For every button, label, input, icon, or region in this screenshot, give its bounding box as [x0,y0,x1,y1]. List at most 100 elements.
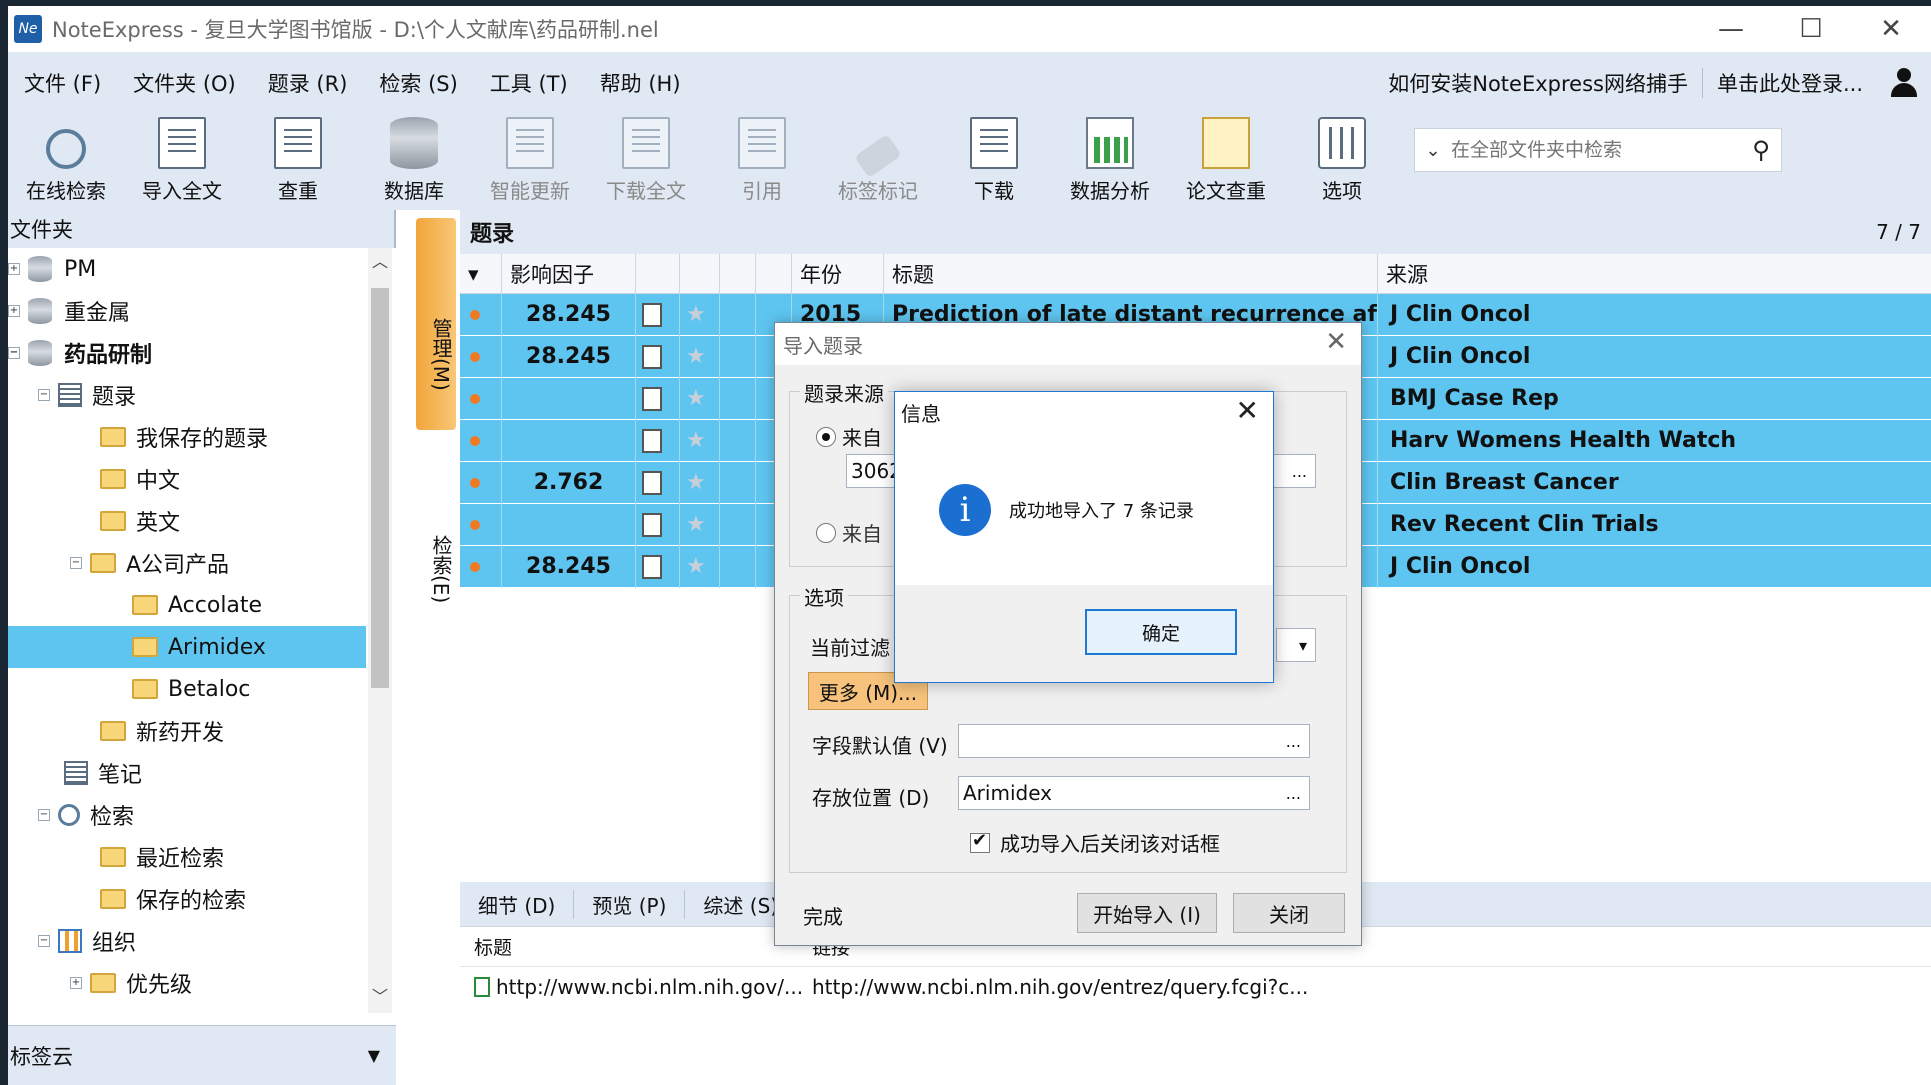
tree-node-search[interactable]: − 检索 [8,794,366,836]
import-fulltext-button[interactable]: 导入全文 [124,114,240,210]
source-radio-2[interactable]: 来自 [816,518,882,547]
document-icon[interactable] [642,512,662,537]
chevron-down-icon[interactable]: ⌄ [1415,140,1451,161]
tree-node-recent-search[interactable]: 最近检索 [8,836,366,878]
document-icon[interactable] [642,428,662,453]
collapse-icon[interactable]: − [38,389,50,401]
document-icon[interactable] [642,554,662,579]
search-icon[interactable]: ⚲ [1741,136,1781,164]
tab-manage[interactable]: 管理(M) [416,218,456,430]
menu-folder[interactable]: 文件夹 (O) [117,68,252,98]
user-icon[interactable] [1889,68,1919,98]
location-field[interactable]: Arimidex... [958,776,1310,810]
tab-search[interactable]: 检索(E) [416,430,456,638]
col-title[interactable]: 标题 [884,253,1378,294]
download-fulltext-button[interactable]: 下载全文 [588,114,704,210]
tree-node-notes[interactable]: 笔记 [8,752,366,794]
star-icon[interactable]: ★ [686,470,706,495]
browse-icon[interactable]: ... [1292,462,1307,481]
tree-node-records[interactable]: − 题录 [8,374,366,416]
cite-button[interactable]: 引用 [704,114,820,210]
paper-check-button[interactable]: 论文查重 [1168,114,1284,210]
menu-search[interactable]: 检索 (S) [363,68,473,98]
col-blank-2[interactable] [756,253,792,294]
star-icon[interactable]: ★ [686,302,706,327]
document-icon[interactable] [642,470,662,495]
expand-icon[interactable]: + [70,977,82,989]
tree-node-english[interactable]: 英文 [8,500,366,542]
options-button[interactable]: 选项 [1284,114,1400,210]
folder-scrollbar[interactable]: ︿ ﹀ [368,248,392,1013]
collapse-icon[interactable]: − [38,809,50,821]
source-radio-1[interactable]: 来自 [816,422,882,451]
tree-node-priority[interactable]: + 优先级 [8,962,366,1004]
col-blank-1[interactable] [720,253,756,294]
online-search-button[interactable]: 在线检索 [8,114,124,210]
tree-node-betaloc[interactable]: Betaloc [8,668,366,710]
tree-node-pm[interactable]: + PM [8,248,366,290]
tree-node-accolate[interactable]: Accolate [8,584,366,626]
star-icon[interactable]: ★ [686,344,706,369]
filter-select[interactable]: ▾ [1276,628,1316,662]
col-star[interactable] [680,253,720,294]
start-import-button[interactable]: 开始导入 (I) [1077,893,1217,933]
scroll-up-icon[interactable]: ︿ [368,248,392,278]
collapse-icon[interactable]: − [38,935,50,947]
tree-node-saved-search[interactable]: 保存的检索 [8,878,366,920]
install-helper-link[interactable]: 如何安装NoteExpress网络捕手 [1374,68,1703,98]
search-input[interactable] [1451,139,1741,161]
default-value-field[interactable]: ... [958,724,1310,758]
menu-tools[interactable]: 工具 (T) [474,68,584,98]
tree-node-organize[interactable]: − 组织 [8,920,366,962]
chevron-down-icon[interactable]: ▼ [368,1046,380,1065]
close-after-checkbox[interactable]: 成功导入后关闭该对话框 [970,828,1220,857]
data-analysis-button[interactable]: 数据分析 [1052,114,1168,210]
collapse-icon[interactable]: − [8,347,20,359]
star-icon[interactable]: ★ [686,386,706,411]
smart-update-button[interactable]: 智能更新 [472,114,588,210]
ok-button[interactable]: 确定 [1085,609,1237,655]
browse-icon[interactable]: ... [1286,784,1301,803]
detail-title-value[interactable]: http://www.ncbi.nlm.nih.gov/... [460,975,812,999]
tree-node-heavy-metal[interactable]: + 重金属 [8,290,366,332]
radio-unselected[interactable] [816,522,836,543]
tag-cloud-panel[interactable]: 标签云 ▼ [8,1025,396,1085]
star-icon[interactable]: ★ [686,512,706,537]
document-icon[interactable] [642,344,662,369]
menu-records[interactable]: 题录 (R) [252,68,364,98]
checkbox-checked[interactable] [970,830,990,853]
tree-node-arimidex[interactable]: Arimidex [8,626,366,668]
col-year[interactable]: 年份 [792,253,884,294]
close-icon[interactable]: ✕ [1325,327,1347,357]
database-button[interactable]: 数据库 [356,114,472,210]
collapse-icon[interactable]: − [70,557,82,569]
menu-file[interactable]: 文件 (F) [8,68,117,98]
col-attachment[interactable] [636,253,680,294]
login-link[interactable]: 单击此处登录... [1703,68,1877,98]
tree-node-new-drug[interactable]: 新药开发 [8,710,366,752]
download-button[interactable]: 下载 [936,114,1052,210]
col-source[interactable]: 来源 [1378,254,1931,294]
sort-dropdown-icon[interactable]: ▾ [460,253,502,294]
close-icon[interactable]: ✕ [1236,394,1259,427]
tab-preview[interactable]: 预览 (P) [574,889,686,919]
tree-node-drug-dev[interactable]: − 药品研制 [8,332,366,374]
scroll-thumb[interactable] [371,288,389,688]
menu-help[interactable]: 帮助 (H) [584,68,697,98]
scroll-down-icon[interactable]: ﹀ [368,983,392,1013]
star-icon[interactable]: ★ [686,554,706,579]
detail-link-value[interactable]: http://www.ncbi.nlm.nih.gov/entrez/query… [812,975,1308,999]
minimize-button[interactable]: — [1691,6,1771,52]
tab-details[interactable]: 细节 (D) [460,889,575,919]
document-icon[interactable] [642,302,662,327]
maximize-button[interactable]: ☐ [1771,6,1851,52]
star-icon[interactable]: ★ [686,428,706,453]
chevron-down-icon[interactable]: ▾ [1299,636,1307,655]
tag-mark-button[interactable]: 标签标记 [820,114,936,210]
close-dialog-button[interactable]: 关闭 [1233,893,1345,933]
browse-icon[interactable]: ... [1286,732,1301,751]
duplicate-check-button[interactable]: 查重 [240,114,356,210]
col-impact-factor[interactable]: 影响因子 [502,253,636,294]
tree-node-saved-records[interactable]: 我保存的题录 [8,416,366,458]
document-icon[interactable] [642,386,662,411]
